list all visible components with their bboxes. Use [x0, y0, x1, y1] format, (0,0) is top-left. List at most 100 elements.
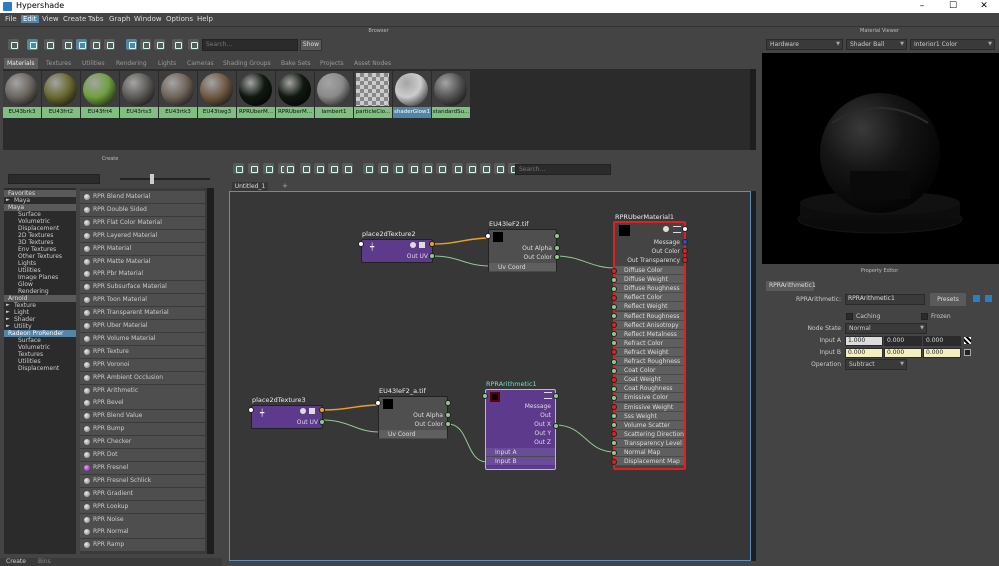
output-port[interactable] — [553, 423, 559, 429]
expand-arrow-icon[interactable]: ► — [6, 197, 10, 204]
tab-cameras[interactable]: Cameras — [187, 58, 214, 69]
create-node-item[interactable]: RPR Texture — [80, 345, 205, 358]
output-port[interactable] — [682, 226, 688, 232]
category-item[interactable]: ► Shader — [4, 316, 76, 323]
close-button[interactable]: ✕ — [969, 0, 999, 13]
tab-bake-sets[interactable]: Bake Sets — [281, 58, 311, 69]
material-swatch[interactable]: particleClo... — [354, 71, 392, 118]
category-item[interactable]: Image Planes — [4, 274, 76, 281]
tab-asset-nodes[interactable]: Asset Nodes — [354, 58, 391, 69]
input-a-x-field[interactable]: 1.000 — [845, 336, 883, 346]
category-item[interactable]: Textures — [4, 351, 76, 358]
create-node-item[interactable]: RPR Pbr Material — [80, 268, 205, 281]
output-port[interactable] — [682, 248, 688, 254]
node-eu43lef2-file[interactable]: EU43leF2.tif Out Alpha Out Color Uv Coor… — [485, 220, 560, 272]
rearrange-graph-icon[interactable] — [314, 163, 325, 174]
category-item[interactable]: Displacement — [4, 225, 76, 232]
create-node-item[interactable]: RPR Transparent Material — [80, 307, 205, 320]
node-settings-icon[interactable] — [410, 242, 416, 248]
input-port[interactable] — [375, 400, 381, 406]
category-item[interactable]: Glow — [4, 281, 76, 288]
material-swatch[interactable]: EU43twg3 — [198, 71, 236, 118]
remove-selected-icon[interactable] — [342, 163, 353, 174]
input-port[interactable] — [611, 385, 617, 392]
view-list-icon[interactable] — [44, 39, 55, 50]
full-mode-icon[interactable] — [393, 163, 404, 174]
menu-options[interactable]: Options — [166, 15, 193, 23]
create-node-item[interactable]: RPR Subsurface Material — [80, 281, 205, 294]
create-node-item[interactable]: RPR Volume Material — [80, 332, 205, 345]
output-port[interactable] — [554, 245, 560, 251]
category-item[interactable]: Maya — [4, 204, 76, 211]
material-swatch[interactable]: EU43rtk3 — [159, 71, 197, 118]
category-item[interactable]: Arnold — [4, 295, 76, 302]
category-item[interactable]: Other Textures — [4, 253, 76, 260]
sort-by-type-icon[interactable] — [140, 39, 151, 50]
material-swatch[interactable]: EU43rts3 — [120, 71, 158, 118]
large-swatch-icon[interactable] — [90, 39, 101, 50]
node-eu43lef2-a-file[interactable]: EU43leF2_a.tif Out Alpha Out Color Uv Co… — [375, 387, 451, 439]
output-port[interactable] — [445, 412, 451, 418]
swatch-size-slider[interactable] — [120, 178, 210, 180]
input-port[interactable] — [611, 404, 617, 410]
graph-materials-icon[interactable] — [8, 39, 19, 50]
create-node-item[interactable]: RPR Matte Material — [80, 255, 205, 268]
input-port[interactable] — [611, 376, 617, 383]
create-node-item[interactable]: RPR Bevel — [80, 397, 205, 410]
graph-search-input[interactable]: Search... — [515, 164, 611, 175]
category-item[interactable]: ► Maya — [4, 197, 76, 204]
output-port[interactable] — [682, 257, 688, 263]
menu-file[interactable]: File — [5, 15, 17, 23]
operation-dropdown[interactable]: Subtract — [845, 359, 907, 370]
tab-shading-groups[interactable]: Shading Groups — [223, 58, 271, 69]
view-icons-icon[interactable] — [27, 39, 38, 50]
create-node-item[interactable]: RPR Ambient Occlusion — [80, 371, 205, 384]
category-item[interactable]: Rendering — [4, 288, 76, 295]
browser-search-input[interactable]: Search... — [202, 39, 298, 51]
tab-bins[interactable]: Bins — [38, 558, 51, 565]
material-swatch[interactable]: shaderGlow1 — [393, 71, 431, 118]
input-port[interactable] — [611, 303, 617, 310]
slider-handle[interactable] — [150, 174, 154, 184]
material-swatch[interactable]: EU43brk3 — [3, 71, 41, 118]
create-node-item[interactable]: RPR Ramp — [80, 539, 205, 552]
tab-rendering[interactable]: Rendering — [116, 58, 147, 69]
renderer-dropdown[interactable]: Hardware — [766, 39, 843, 50]
node-menu-icon[interactable] — [544, 392, 552, 399]
menu-view[interactable]: View — [42, 15, 59, 23]
output-port[interactable] — [445, 400, 451, 406]
create-node-item[interactable]: RPR Fresnel Schlick — [80, 474, 205, 487]
input-port[interactable] — [611, 313, 617, 319]
menu-edit[interactable]: Edit — [21, 15, 39, 23]
node-settings-icon[interactable] — [663, 226, 669, 232]
input-port[interactable] — [611, 294, 617, 301]
browser-scrollbar[interactable] — [750, 69, 756, 150]
graph-output-icon[interactable] — [263, 163, 274, 174]
tab-rprarithmetic1[interactable]: RPRArithmetic1 — [766, 281, 816, 291]
create-node-item[interactable]: RPR Noise — [80, 513, 205, 526]
material-swatch[interactable]: standardSu... — [432, 71, 470, 118]
maximize-button[interactable]: ☐ — [938, 0, 968, 13]
tab-untitled-1[interactable]: Untitled_1 — [232, 182, 268, 191]
create-node-item[interactable]: RPR Flat Color Material — [80, 216, 205, 229]
connected-map-icon[interactable] — [964, 349, 971, 356]
category-item[interactable]: ► Light — [4, 309, 76, 316]
input-port[interactable] — [485, 233, 491, 239]
input-port[interactable] — [611, 276, 617, 283]
frame-selected-icon[interactable] — [300, 163, 311, 174]
graph-input-icon[interactable] — [248, 163, 259, 174]
input-port[interactable] — [611, 458, 617, 465]
material-swatch[interactable]: lambert1 — [315, 71, 353, 118]
input-port[interactable] — [611, 267, 617, 274]
custom-mode-icon[interactable] — [408, 163, 419, 174]
material-swatch[interactable]: RPRUberM... — [237, 71, 275, 118]
output-port[interactable] — [319, 419, 325, 425]
output-port[interactable] — [553, 393, 559, 399]
create-node-item[interactable]: RPR Lookup — [80, 500, 205, 513]
presets-button[interactable]: Presets — [930, 293, 966, 306]
output-port[interactable] — [682, 239, 688, 245]
material-preview-canvas[interactable] — [762, 53, 999, 264]
node-menu-icon[interactable] — [673, 226, 681, 233]
menu-window[interactable]: Window — [134, 15, 162, 23]
input-b-y-field[interactable]: 0.000 — [884, 348, 922, 358]
